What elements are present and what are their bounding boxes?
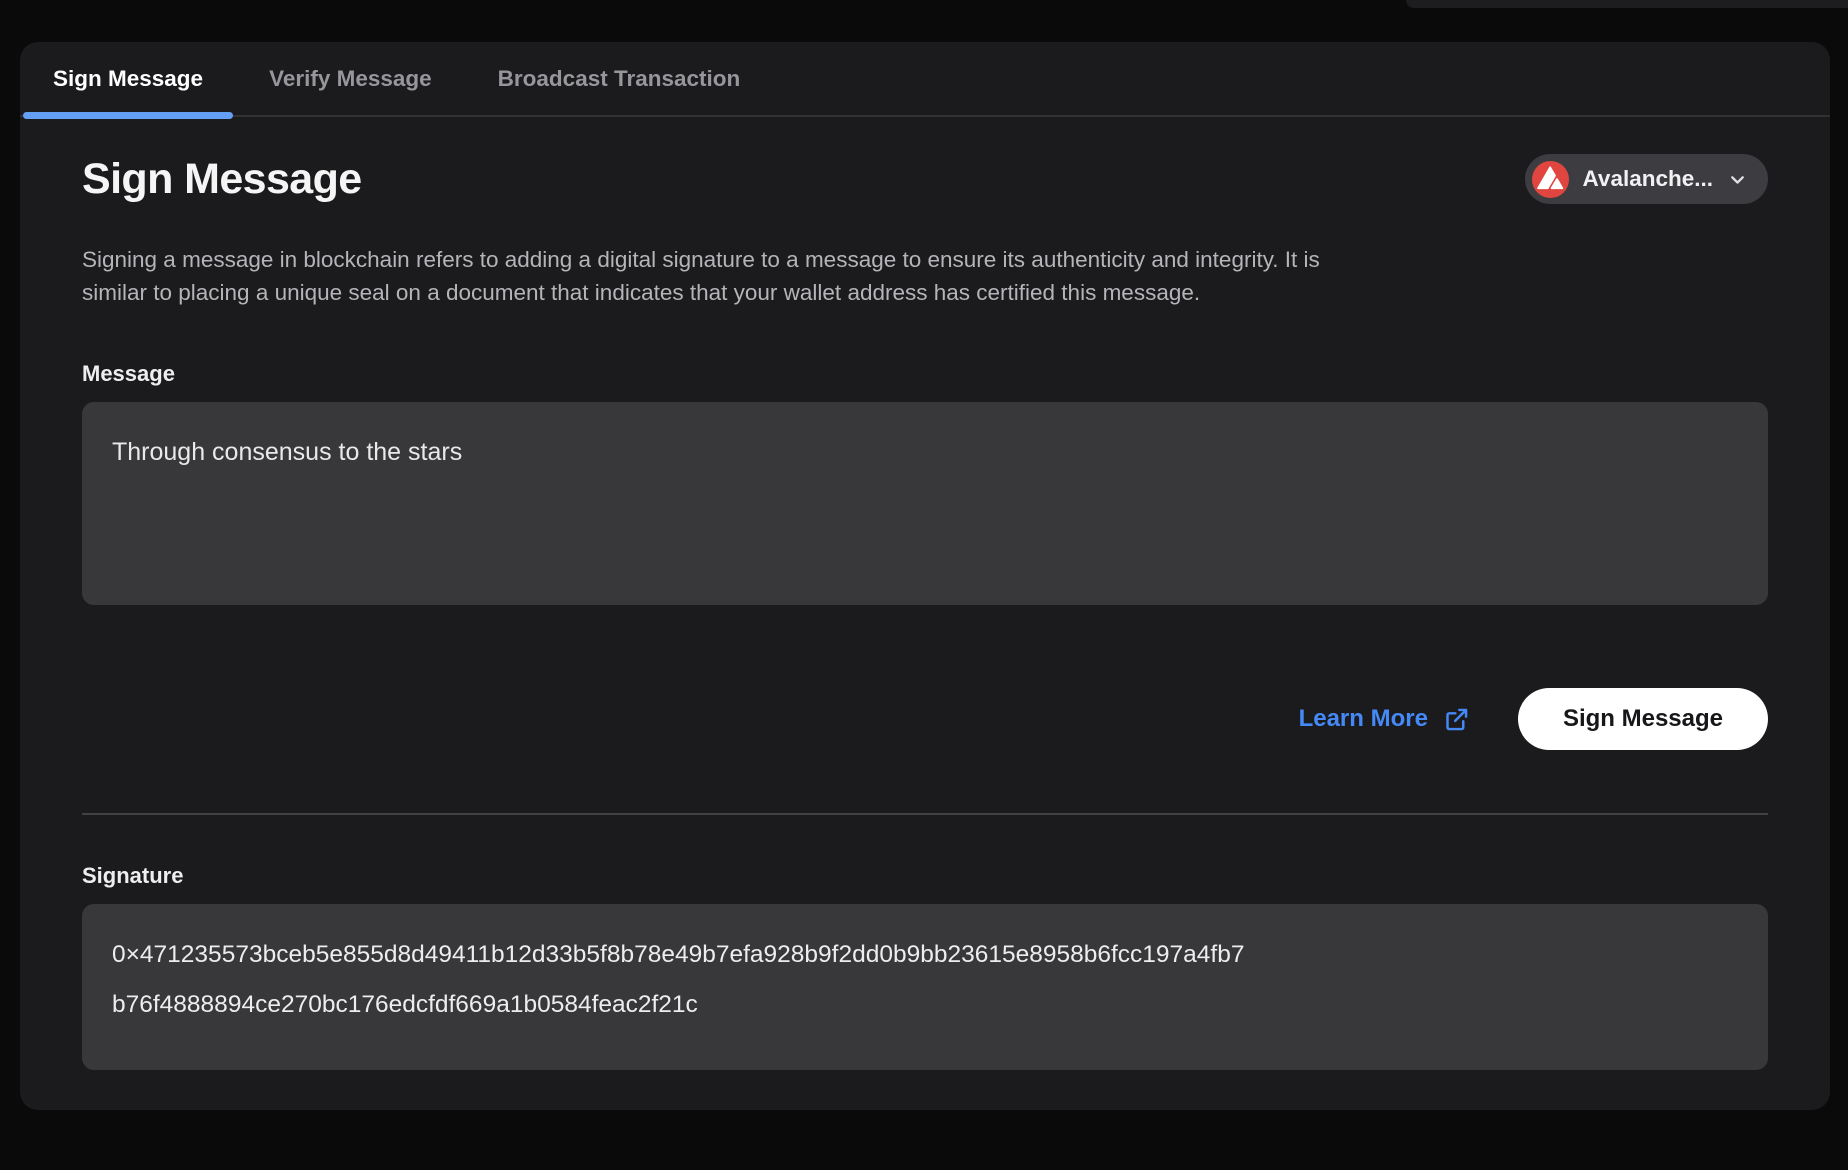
signature-line-1: 0×471235573bceb5e855d8d49411b12d33b5f8b7…: [112, 930, 1738, 980]
tab-broadcast-transaction[interactable]: Broadcast Transaction: [465, 42, 774, 115]
section-divider: [82, 813, 1768, 815]
tab-verify-message-label: Verify Message: [269, 66, 432, 92]
tab-bar: Sign Message Verify Message Broadcast Tr…: [20, 42, 1830, 117]
network-selector-dropdown[interactable]: Avalanche...: [1525, 154, 1768, 204]
top-edge-panel-fragment: [1406, 0, 1848, 8]
tab-broadcast-transaction-label: Broadcast Transaction: [498, 66, 741, 92]
tab-verify-message[interactable]: Verify Message: [236, 42, 465, 115]
message-field-label: Message: [82, 361, 1768, 387]
tab-sign-message-label: Sign Message: [53, 66, 203, 92]
external-link-icon: [1443, 706, 1470, 733]
sign-message-card: Sign Message Verify Message Broadcast Tr…: [20, 42, 1830, 1110]
description-line-2: similar to placing a unique seal on a do…: [82, 276, 1768, 309]
signature-line-2: b76f4888894ce270bc176edcfdf669a1b0584fea…: [112, 980, 1738, 1030]
learn-more-link[interactable]: Learn More: [1299, 705, 1470, 733]
actions-row: Learn More Sign Message: [82, 688, 1768, 750]
description-text: Signing a message in blockchain refers t…: [82, 243, 1768, 309]
active-tab-indicator: [23, 112, 233, 119]
signature-field-label: Signature: [82, 863, 1768, 889]
description-line-1: Signing a message in blockchain refers t…: [82, 243, 1768, 276]
network-selector-label: Avalanche...: [1583, 166, 1713, 192]
signature-output-box: 0×471235573bceb5e855d8d49411b12d33b5f8b7…: [82, 904, 1768, 1070]
card-content: Sign Message Avalanche... Signing a mess…: [20, 153, 1830, 1070]
message-input[interactable]: Through consensus to the stars: [82, 402, 1768, 605]
chevron-down-icon: [1727, 169, 1748, 190]
learn-more-label: Learn More: [1299, 705, 1428, 733]
tab-sign-message[interactable]: Sign Message: [20, 42, 236, 115]
header-row: Sign Message Avalanche...: [82, 153, 1768, 205]
sign-message-button[interactable]: Sign Message: [1518, 688, 1768, 750]
avalanche-logo-icon: [1532, 161, 1569, 198]
page-title: Sign Message: [82, 153, 362, 205]
